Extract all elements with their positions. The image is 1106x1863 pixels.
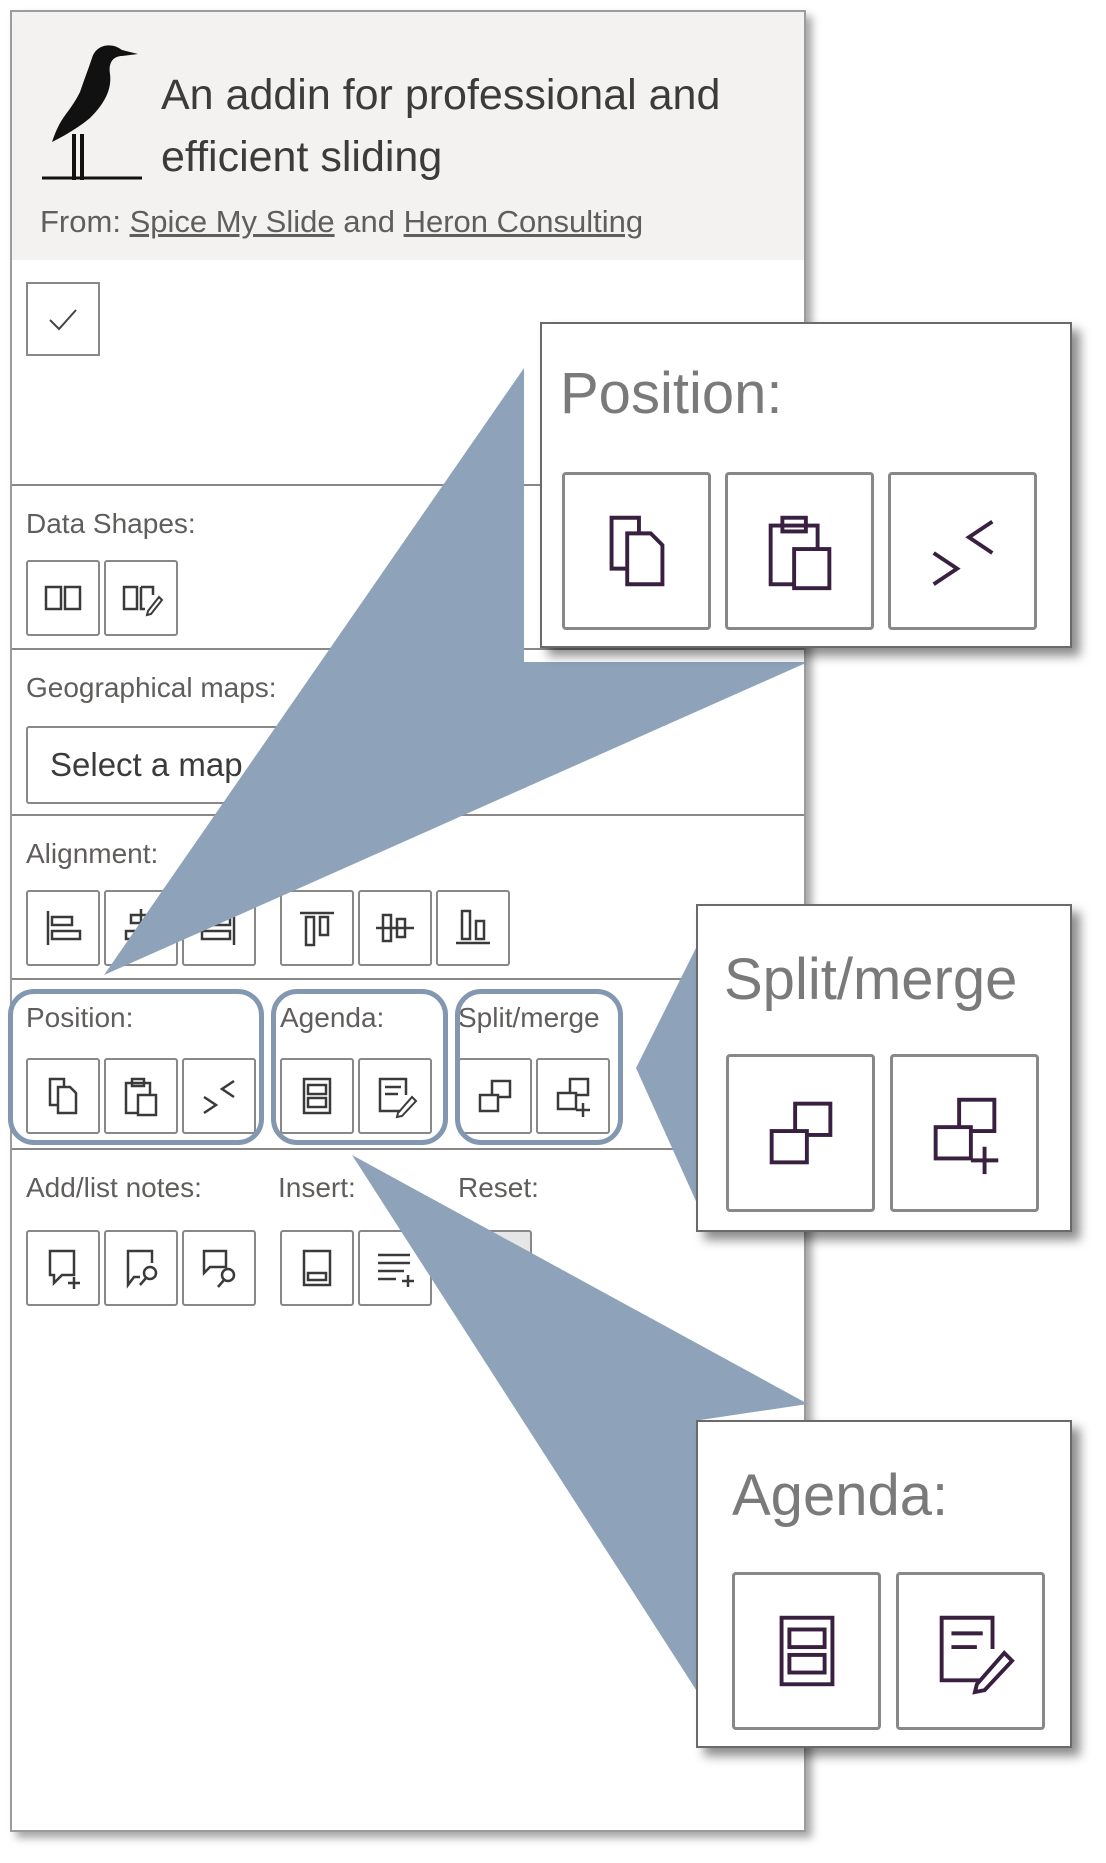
paste-position-zoom-button <box>725 472 874 630</box>
split-icon <box>769 1101 832 1165</box>
agenda-insert-zoom-button <box>732 1572 881 1730</box>
split-zoom-button <box>726 1054 875 1212</box>
swap-icon <box>932 520 993 586</box>
split-merge-zoom-callout: Split/merge <box>696 904 1072 1232</box>
split-merge-callout-beam <box>636 940 700 1210</box>
merge-zoom-button <box>890 1054 1039 1212</box>
agenda-edit-icon <box>939 1615 1015 1695</box>
agenda-icon <box>779 1615 834 1687</box>
agenda-zoom-title: Agenda: <box>732 1463 949 1528</box>
position-zoom-title: Position: <box>560 361 783 426</box>
position-zoom-callout: Position: <box>540 322 1072 648</box>
swap-position-zoom-button <box>888 472 1037 630</box>
copy-position-zoom-button <box>562 472 711 630</box>
paste-icon <box>768 515 831 591</box>
agenda-edit-zoom-button <box>896 1572 1045 1730</box>
merge-icon <box>933 1097 998 1175</box>
agenda-zoom-callout: Agenda: <box>696 1420 1072 1748</box>
copy-icon <box>609 515 664 587</box>
split-merge-zoom-title: Split/merge <box>724 947 1018 1012</box>
